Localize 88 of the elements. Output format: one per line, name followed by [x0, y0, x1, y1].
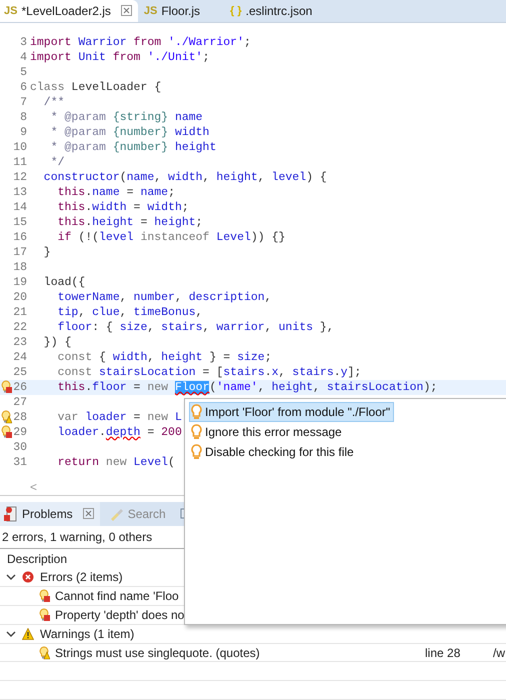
- editor-tab[interactable]: JS Floor.js: [140, 0, 206, 22]
- group-label: Warnings (1 item): [40, 626, 134, 641]
- chevron-icon[interactable]: [6, 572, 16, 582]
- code-line: this.height = height;: [56, 214, 203, 230]
- code-line: const stairsLocation = [stairs.x, stairs.y];: [56, 364, 362, 380]
- code-line: */: [50, 154, 65, 170]
- quick-fix-item[interactable]: Ignore this error message: [189, 422, 346, 442]
- column-header[interactable]: Description: [7, 552, 68, 566]
- line-number: 31: [12, 456, 27, 469]
- code-line: }) {: [42, 334, 72, 350]
- line-number: 8: [19, 110, 27, 124]
- code-line: const { width, height } = size;: [56, 350, 272, 365]
- code-line: floor: { size, stairs, warrior, units },: [56, 320, 334, 335]
- error-marker-icon: [38, 589, 50, 604]
- code-line: loader.depth = 200: [56, 424, 182, 440]
- close-icon[interactable]: [82, 508, 94, 520]
- error-marker-icon: [0, 380, 12, 394]
- code-line: import Warrior from './Warrior';: [30, 34, 251, 50]
- chevron-icon[interactable]: [6, 628, 16, 639]
- warning-marker-icon: [38, 646, 50, 660]
- code-line: }: [42, 244, 51, 260]
- editor-tab[interactable]: { } .eslintrc.json: [226, 0, 318, 22]
- line-number: 3: [19, 36, 27, 49]
- line-number: 23: [12, 336, 27, 349]
- line-number: 7: [19, 96, 27, 109]
- line-number: 20: [12, 290, 27, 304]
- code-line: towerName, number, description,: [56, 290, 272, 305]
- line-number: 10: [12, 140, 27, 154]
- panel-tab[interactable]: Problems: [0, 502, 100, 526]
- line-number: 9: [19, 126, 27, 139]
- line-number: 27: [12, 396, 27, 409]
- line-number: 17: [12, 246, 27, 259]
- line-number: 4: [19, 50, 27, 64]
- lightbulb-icon: [191, 424, 202, 440]
- code-line: var loader = new L: [56, 410, 182, 425]
- code-line: constructor(name, width, height, level) {: [42, 170, 327, 185]
- code-line: * @param {number} width: [50, 124, 210, 140]
- warning-marker-icon: [0, 410, 12, 424]
- error-icon: [22, 571, 34, 584]
- line-number: 12: [12, 170, 27, 184]
- lightbulb-icon: [191, 444, 202, 460]
- line-number: 6: [19, 80, 27, 94]
- problem-description: Property 'depth' does no: [54, 608, 186, 622]
- error-marker-icon: [38, 608, 50, 622]
- line-number: 25: [12, 366, 27, 379]
- code-line: if (!(level instanceof Level)) {}: [56, 230, 286, 245]
- line-number: 28: [12, 410, 27, 424]
- line-number: 30: [12, 440, 27, 454]
- problem-location: line 28: [425, 646, 462, 660]
- code-line: * @param {number} height: [50, 140, 216, 155]
- line-number: 16: [12, 230, 27, 244]
- line-number: 11: [12, 156, 27, 169]
- line-number: 13: [12, 186, 27, 199]
- quick-fix-item[interactable]: Import 'Floor' from module "./Floor": [189, 402, 394, 422]
- js-file-icon: JS: [144, 4, 158, 17]
- line-number: 14: [12, 200, 27, 214]
- editor-tab[interactable]: JS *LevelLoader2.js: [0, 0, 138, 22]
- line-number: 21: [12, 306, 27, 319]
- braces-icon: { }: [230, 4, 242, 17]
- code-line: load({: [42, 274, 86, 290]
- code-line: this.name = name;: [56, 184, 175, 200]
- code-line: this.width = width;: [56, 200, 189, 215]
- quick-fix-item[interactable]: Disable checking for this file: [189, 442, 358, 462]
- code-line: /**: [42, 94, 65, 110]
- close-icon[interactable]: [120, 5, 132, 16]
- problems-icon: [4, 506, 18, 522]
- code-line: this.floor = new Floor('name', height, stairsLocation);: [56, 380, 438, 395]
- line-number: 18: [12, 260, 27, 274]
- lightbulb-icon: [191, 404, 202, 420]
- error-marker-icon: [0, 425, 12, 440]
- line-number: 29: [12, 426, 27, 439]
- line-number: 5: [19, 66, 27, 79]
- line-number: 24: [12, 350, 27, 364]
- line-number: 19: [12, 276, 27, 289]
- js-file-icon: JS: [4, 4, 18, 17]
- line-number: 22: [12, 320, 27, 334]
- code-line: * @param {string} name: [50, 110, 203, 125]
- problem-description: Cannot find name 'Floo: [54, 589, 180, 604]
- group-label: Errors (2 items): [40, 570, 123, 584]
- problem-path: /w: [493, 646, 505, 660]
- line-number: 26: [12, 380, 27, 394]
- code-line: tip, clue, timeBonus,: [56, 304, 203, 320]
- problem-description: Strings must use singlequote. (quotes): [54, 646, 261, 660]
- code-line: import Unit from './Unit';: [30, 50, 210, 65]
- warning-icon: [22, 628, 34, 640]
- line-number: 15: [12, 216, 27, 229]
- code-line: return new Level(: [56, 454, 175, 470]
- code-line: class LevelLoader {: [30, 80, 162, 95]
